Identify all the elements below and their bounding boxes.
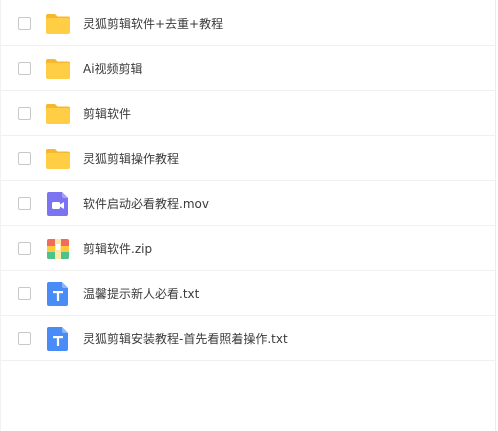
folder-icon	[45, 146, 71, 172]
folder-icon	[45, 56, 71, 82]
list-item[interactable]: 灵狐剪辑安装教程-首先看照着操作.txt	[1, 317, 496, 361]
text-file-icon	[45, 326, 71, 352]
row-checkbox[interactable]	[18, 152, 31, 165]
row-checkbox[interactable]	[18, 197, 31, 210]
zip-file-icon	[45, 236, 71, 262]
file-name[interactable]: 灵狐剪辑操作教程	[83, 151, 179, 167]
video-file-icon	[45, 191, 71, 217]
list-item[interactable]: 灵狐剪辑软件+去重+教程	[1, 2, 496, 46]
file-list: 灵狐剪辑软件+去重+教程 Ai视频剪辑 剪辑软件 灵狐剪辑操作教程 软件启动必看…	[0, 0, 496, 431]
row-checkbox[interactable]	[18, 287, 31, 300]
file-name[interactable]: 软件启动必看教程.mov	[83, 196, 209, 212]
list-item[interactable]: 软件启动必看教程.mov	[1, 182, 496, 226]
file-name[interactable]: 剪辑软件	[83, 106, 131, 122]
row-checkbox[interactable]	[18, 332, 31, 345]
row-checkbox[interactable]	[18, 107, 31, 120]
row-checkbox[interactable]	[18, 17, 31, 30]
list-item[interactable]: 温馨提示新人必看.txt	[1, 272, 496, 316]
file-name[interactable]: Ai视频剪辑	[83, 61, 143, 77]
file-name[interactable]: 温馨提示新人必看.txt	[83, 286, 199, 302]
list-item[interactable]: Ai视频剪辑	[1, 47, 496, 91]
list-item[interactable]: 灵狐剪辑操作教程	[1, 137, 496, 181]
file-name[interactable]: 剪辑软件.zip	[83, 241, 152, 257]
list-item[interactable]: 剪辑软件.zip	[1, 227, 496, 271]
file-name[interactable]: 灵狐剪辑安装教程-首先看照着操作.txt	[83, 331, 288, 347]
folder-icon	[45, 101, 71, 127]
list-item[interactable]: 剪辑软件	[1, 92, 496, 136]
row-checkbox[interactable]	[18, 62, 31, 75]
file-name[interactable]: 灵狐剪辑软件+去重+教程	[83, 16, 223, 32]
folder-icon	[45, 11, 71, 37]
row-checkbox[interactable]	[18, 242, 31, 255]
text-file-icon	[45, 281, 71, 307]
